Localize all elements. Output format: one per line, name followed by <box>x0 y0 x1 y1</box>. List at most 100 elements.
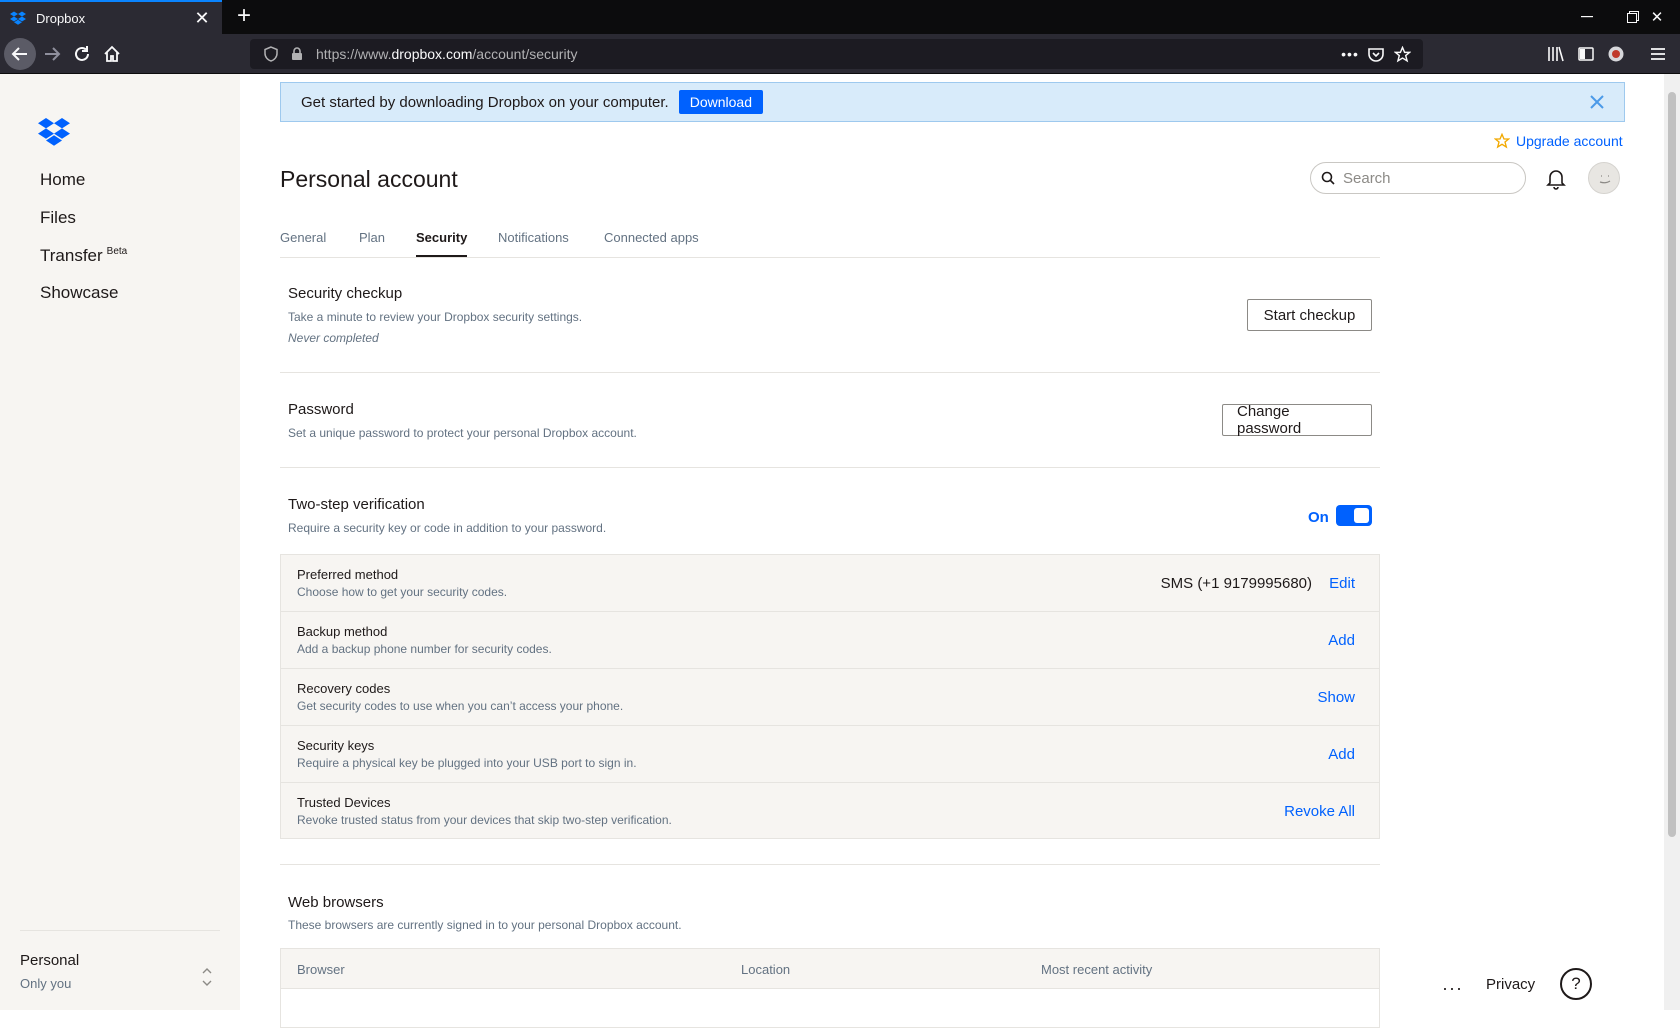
bookmark-star-icon[interactable] <box>1389 41 1415 67</box>
revoke-all-devices-link[interactable]: Revoke All <box>1284 803 1355 820</box>
search-box[interactable] <box>1310 162 1526 194</box>
notification-bell-icon[interactable] <box>1544 166 1568 190</box>
sidebar-divider <box>20 930 220 931</box>
url-text[interactable]: https://www.dropbox.com/account/security <box>316 46 1337 62</box>
browser-nav-bar: https://www.dropbox.com/account/security… <box>0 34 1680 74</box>
edit-preferred-method-link[interactable]: Edit <box>1329 575 1355 592</box>
beta-badge: Beta <box>106 246 128 258</box>
home-icon <box>104 45 120 62</box>
tab-connected-apps[interactable]: Connected apps <box>604 230 699 255</box>
profile-button[interactable] <box>1600 38 1632 70</box>
sidebar-icon <box>1578 47 1594 61</box>
library-button[interactable] <box>1540 38 1572 70</box>
row-title: Trusted Devices <box>297 795 391 810</box>
banner-message: Get started by downloading Dropbox on yo… <box>301 93 669 111</box>
download-button[interactable]: Download <box>678 90 763 114</box>
close-icon[interactable] <box>1586 91 1608 113</box>
help-icon: ? <box>1571 974 1581 993</box>
page-scrollbar[interactable] <box>1664 74 1680 1010</box>
reload-icon <box>75 46 89 61</box>
start-checkup-button[interactable]: Start checkup <box>1247 299 1372 331</box>
avatar[interactable] <box>1588 162 1620 194</box>
shield-icon[interactable] <box>258 41 284 67</box>
tab-notifications[interactable]: Notifications <box>498 230 569 255</box>
more-options-button[interactable]: ··· <box>1442 978 1463 999</box>
account-subtitle: Only you <box>20 976 72 991</box>
arrow-right-icon <box>45 47 61 61</box>
section-divider <box>280 864 1380 865</box>
pocket-icon[interactable] <box>1363 41 1389 67</box>
security-checkup-status: Never completed <box>288 331 379 345</box>
hamburger-menu-icon <box>1651 48 1665 60</box>
star-icon <box>1494 133 1510 149</box>
tab-security[interactable]: Security <box>416 230 468 257</box>
row-title: Preferred method <box>297 567 399 582</box>
row-title: Recovery codes <box>297 681 391 696</box>
table-row: Backup method Add a backup phone number … <box>281 612 1379 669</box>
preferred-method-value: SMS (+1 9179995680) <box>1160 575 1312 592</box>
profile-avatar-icon <box>1608 46 1624 62</box>
new-tab-button[interactable]: + <box>230 3 258 31</box>
two-step-toggle[interactable] <box>1336 505 1372 526</box>
sidebar-item-label: Transfer <box>40 246 103 265</box>
library-icon <box>1548 46 1564 62</box>
row-desc: Choose how to get your security codes. <box>297 585 508 599</box>
change-password-button[interactable]: Change password <box>1222 403 1372 437</box>
close-window-icon[interactable]: ✕ <box>1634 0 1680 34</box>
row-title: Backup method <box>297 624 388 639</box>
two-step-details: Preferred method Choose how to get your … <box>280 554 1380 839</box>
table-header: Browser Location Most recent activity <box>281 949 1379 989</box>
download-banner: Get started by downloading Dropbox on yo… <box>280 82 1625 122</box>
scrollbar-thumb[interactable] <box>1668 92 1676 837</box>
two-step-desc: Require a security key or code in additi… <box>288 521 607 535</box>
search-icon <box>1321 171 1335 185</box>
page-title: Personal account <box>280 166 458 192</box>
row-desc: Get security codes to use when you can’t… <box>297 699 624 713</box>
web-browsers-title: Web browsers <box>288 894 384 911</box>
add-backup-method-link[interactable]: Add <box>1328 632 1355 649</box>
minimize-window-icon[interactable] <box>1564 0 1610 34</box>
row-desc: Require a physical key be plugged into y… <box>297 756 637 770</box>
sidebar-item-home[interactable]: Home <box>40 170 85 190</box>
lock-icon[interactable] <box>284 41 310 67</box>
dropbox-logo-icon[interactable] <box>38 118 70 146</box>
row-desc: Revoke trusted status from your devices … <box>297 813 672 827</box>
home-button[interactable] <box>96 38 128 70</box>
password-title: Password <box>288 401 354 418</box>
account-name[interactable]: Personal <box>20 952 79 969</box>
search-input[interactable] <box>1343 169 1503 187</box>
upgrade-account-link[interactable]: Upgrade account <box>1494 133 1623 149</box>
address-bar[interactable]: https://www.dropbox.com/account/security… <box>250 39 1423 69</box>
security-checkup-desc: Take a minute to review your Dropbox sec… <box>288 310 583 324</box>
toggle-knob <box>1354 508 1369 523</box>
back-button[interactable] <box>4 38 36 70</box>
forward-button[interactable] <box>36 38 68 70</box>
sidebar-toggle-button[interactable] <box>1570 38 1602 70</box>
add-security-key-link[interactable]: Add <box>1328 746 1355 763</box>
reload-button[interactable] <box>66 38 98 70</box>
column-header-location: Location <box>741 962 791 977</box>
sidebar-item-files[interactable]: Files <box>40 208 76 228</box>
tab-general[interactable]: General <box>280 230 326 255</box>
browser-tab-title: Dropbox <box>36 10 86 26</box>
table-row: Security keys Require a physical key be … <box>281 726 1379 783</box>
help-button[interactable]: ? <box>1560 968 1592 1000</box>
close-tab-icon[interactable]: ✕ <box>192 9 212 27</box>
menu-button[interactable] <box>1642 38 1674 70</box>
privacy-link[interactable]: Privacy <box>1486 976 1535 993</box>
browser-tab-bar: Dropbox ✕ + ✕ <box>0 0 1680 34</box>
show-recovery-codes-link[interactable]: Show <box>1317 689 1355 706</box>
page-actions-icon[interactable]: ••• <box>1337 41 1363 67</box>
section-divider <box>280 372 1380 373</box>
column-header-activity: Most recent activity <box>1041 962 1153 977</box>
sidebar-item-transfer[interactable]: Transfer Beta <box>40 246 127 266</box>
browser-tab[interactable]: Dropbox ✕ <box>0 0 222 34</box>
row-title: Security keys <box>297 738 375 753</box>
upgrade-account-label: Upgrade account <box>1516 133 1623 149</box>
table-row: Trusted Devices Revoke trusted status fr… <box>281 783 1379 840</box>
column-header-browser: Browser <box>297 962 345 977</box>
chevron-up-down-icon[interactable] <box>200 964 214 990</box>
sidebar-item-showcase[interactable]: Showcase <box>40 283 118 303</box>
tab-plan[interactable]: Plan <box>359 230 385 255</box>
section-divider <box>280 467 1380 468</box>
